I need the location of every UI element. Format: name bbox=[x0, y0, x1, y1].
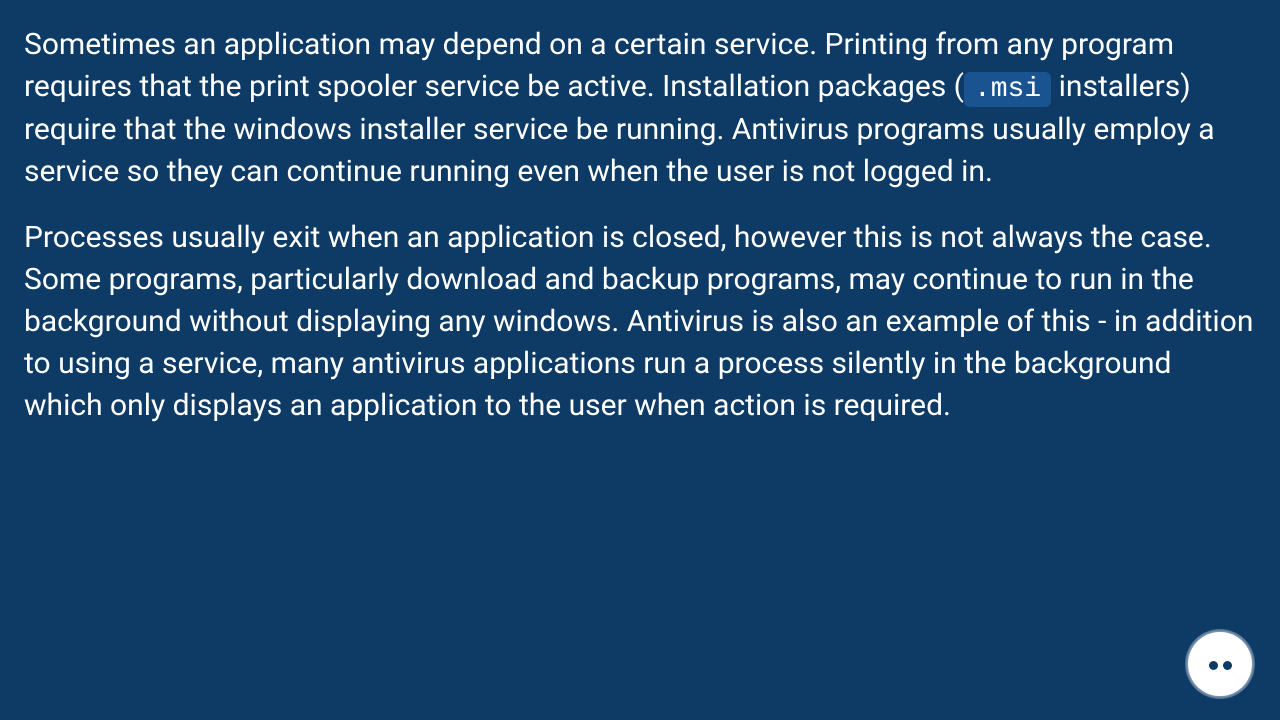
chat-widget-button[interactable] bbox=[1188, 632, 1252, 696]
document-content: Sometimes an application may depend on a… bbox=[24, 24, 1256, 427]
paragraph-1: Sometimes an application may depend on a… bbox=[24, 24, 1256, 193]
inline-code-msi: .msi bbox=[964, 72, 1051, 107]
chat-widget-face-icon bbox=[1209, 661, 1232, 670]
paragraph-2: Processes usually exit when an applicati… bbox=[24, 217, 1256, 427]
